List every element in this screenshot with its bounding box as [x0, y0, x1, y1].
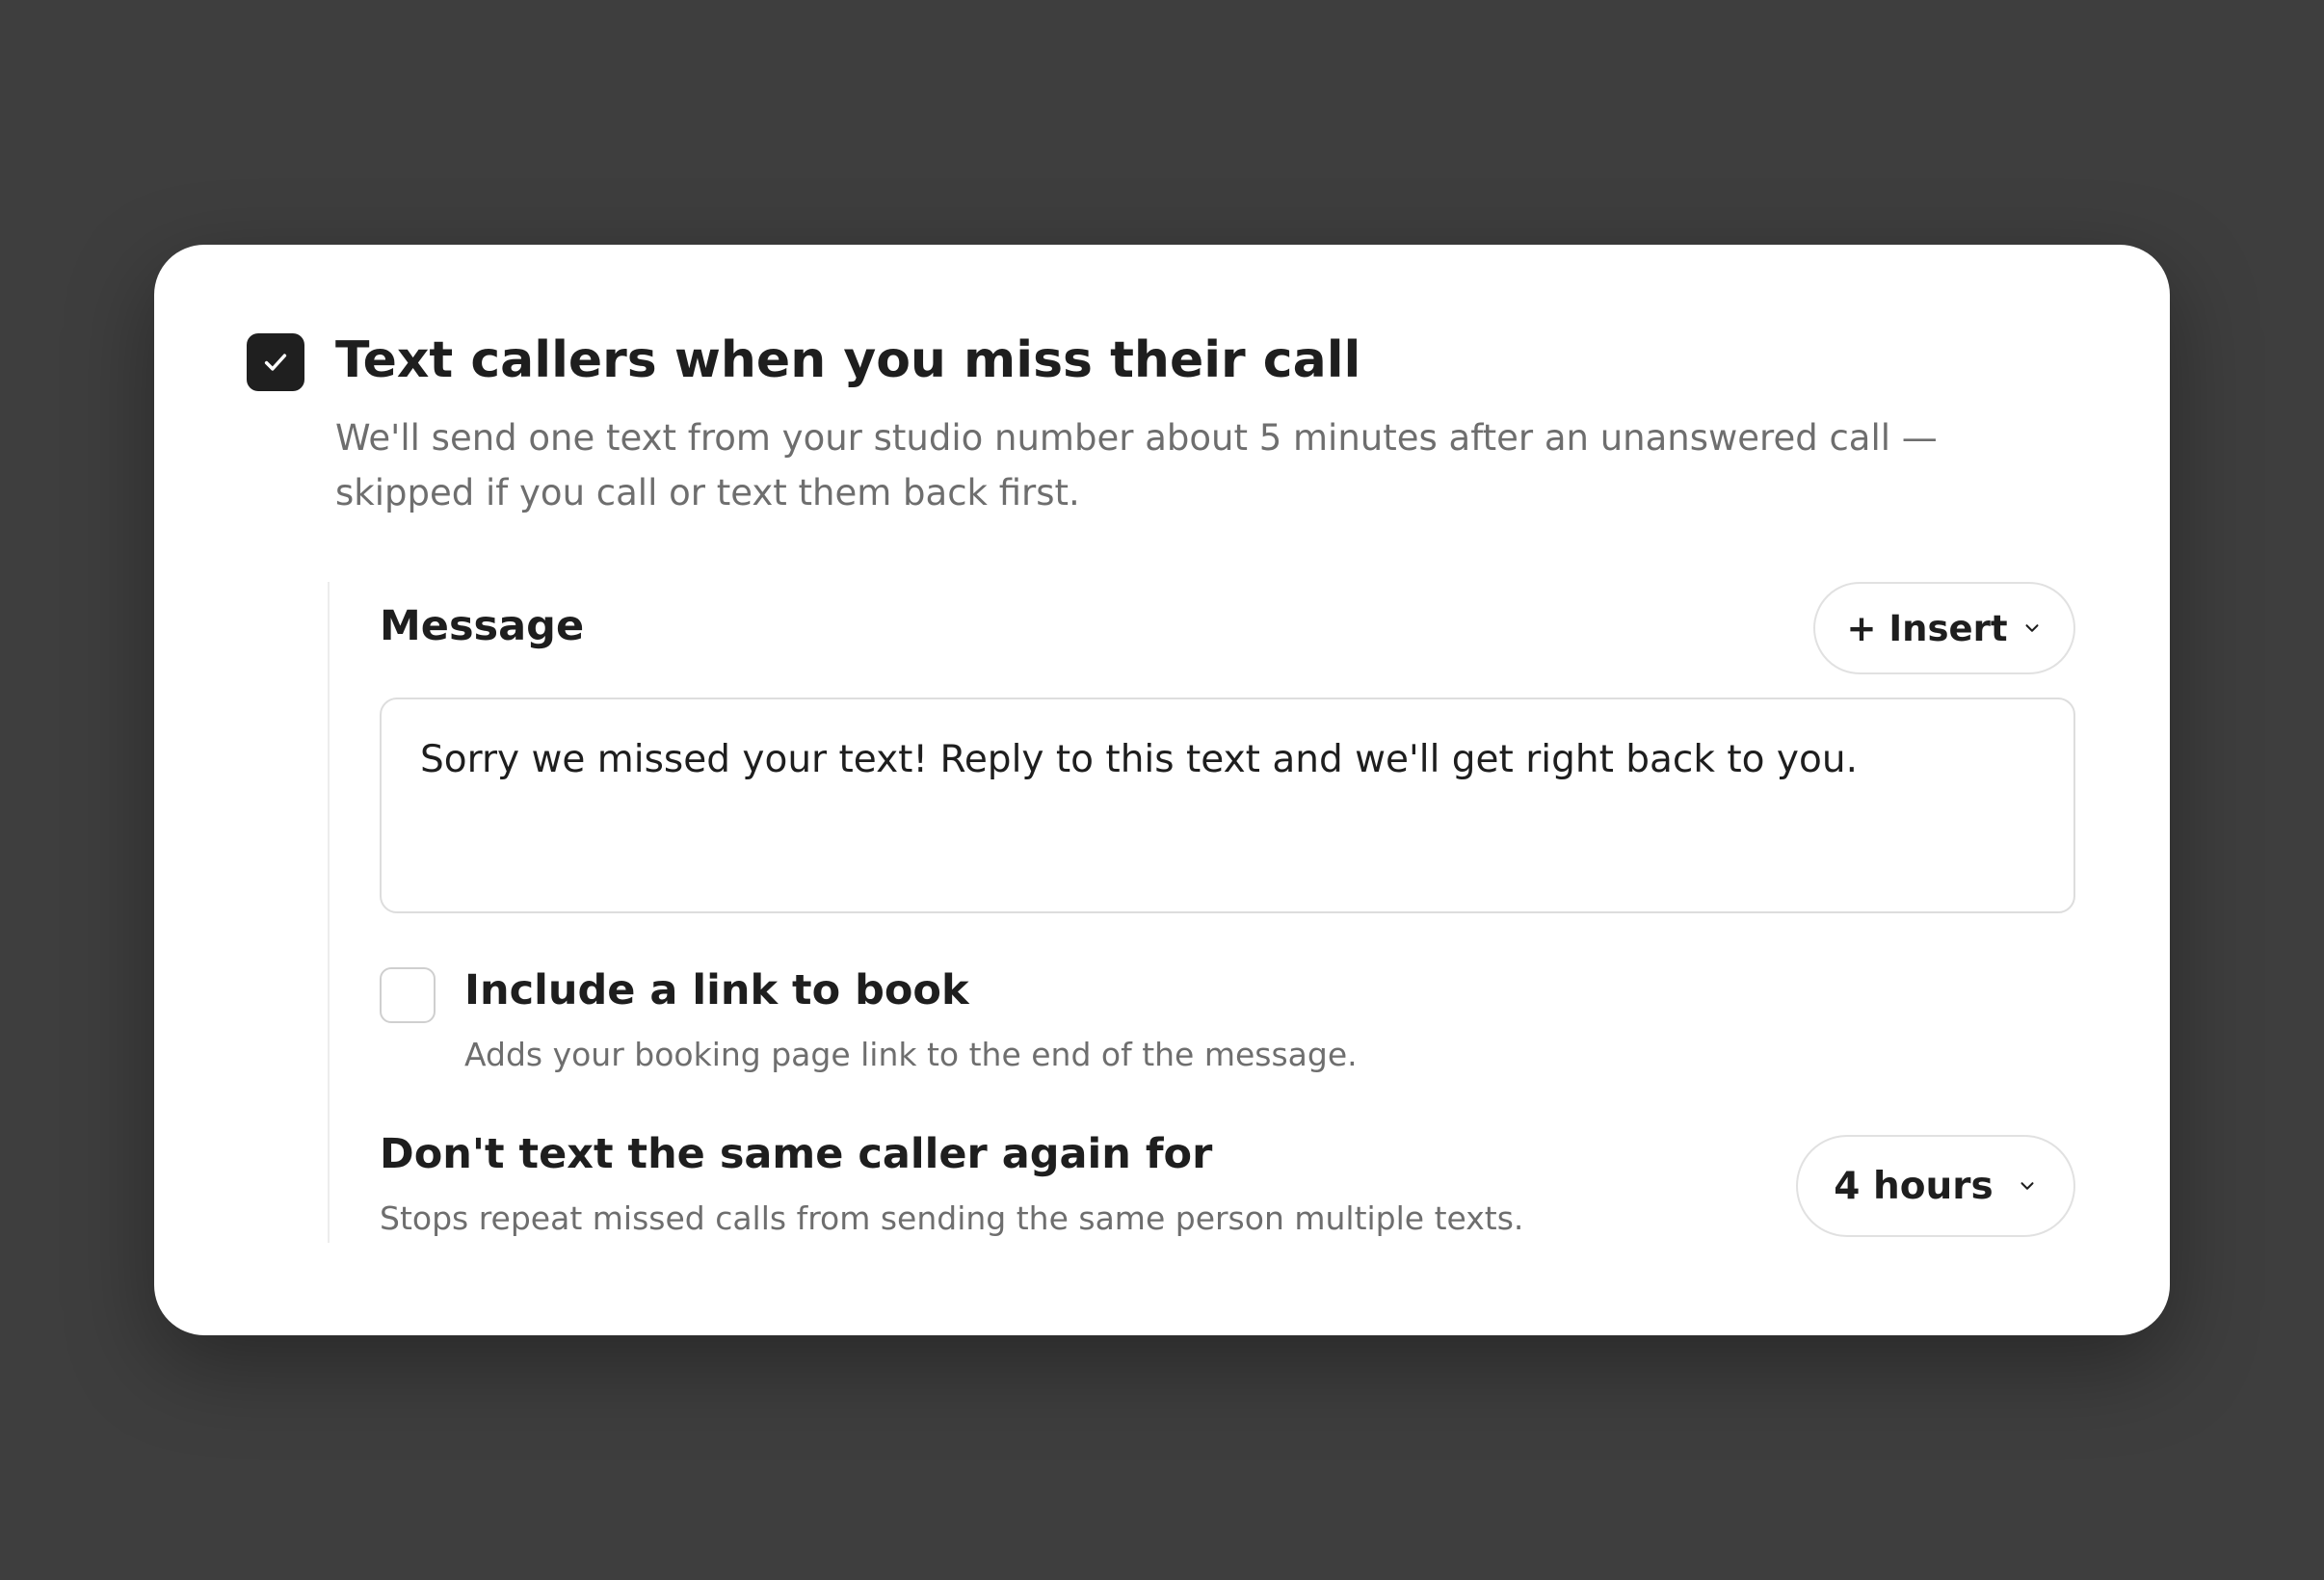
chevron-down-icon [2021, 618, 2043, 639]
include-booking-link-label[interactable]: Include a link to book [464, 961, 969, 1019]
include-booking-link-description: Adds your booking page link to the end o… [464, 1036, 1358, 1073]
chevron-down-icon [2017, 1175, 2038, 1197]
setting-description: We'll send one text from your studio num… [335, 417, 1938, 514]
include-booking-link-checkbox[interactable] [380, 967, 436, 1023]
enable-missed-call-text-checkbox[interactable] [247, 333, 304, 391]
insert-button-label: + Insert [1846, 607, 2008, 649]
cooldown-description: Stops repeat missed calls from sending t… [380, 1199, 1524, 1237]
setting-title: Text callers when you miss their call [335, 331, 1361, 389]
message-textarea[interactable]: Sorry we missed your text! Reply to this… [380, 698, 2075, 913]
message-label: Message [380, 602, 585, 650]
check-icon [264, 354, 287, 371]
cooldown-label: Don't text the same caller again for [380, 1130, 1213, 1178]
nested-settings-divider [328, 582, 330, 1243]
message-text: Sorry we missed your text! Reply to this… [420, 738, 1858, 781]
cooldown-selected-value: 4 hours [1834, 1164, 1994, 1208]
settings-card: Text callers when you miss their call We… [154, 245, 2170, 1335]
insert-button[interactable]: + Insert [1813, 582, 2075, 674]
cooldown-select[interactable]: 4 hours [1796, 1135, 2075, 1237]
